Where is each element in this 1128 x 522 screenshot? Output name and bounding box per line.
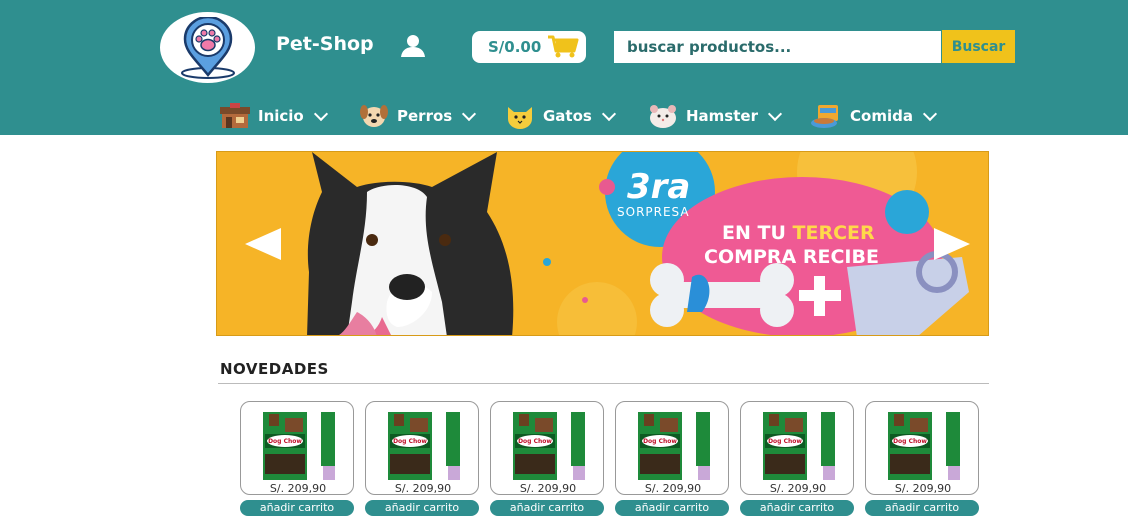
product-card[interactable]: Dog Chow S/. 209,90 — [865, 401, 979, 495]
user-icon[interactable] — [400, 34, 426, 62]
product-card[interactable]: Dog Chow S/. 209,90 — [615, 401, 729, 495]
product-card[interactable]: Dog Chow S/. 209,90 — [740, 401, 854, 495]
nav-label: Inicio — [258, 107, 304, 125]
hamster-icon — [650, 105, 676, 128]
nav-item-inicio[interactable]: Inicio — [220, 103, 328, 129]
promo-badge-number: 3ra — [627, 167, 691, 207]
chevron-down-icon — [601, 106, 616, 122]
main-nav: Inicio Perros Gatos Hamster Comida — [0, 100, 1128, 135]
nav-label: Perros — [397, 107, 453, 125]
section-divider — [218, 383, 989, 384]
product-brand: Dog Chow — [893, 438, 927, 445]
banner-artwork — [217, 152, 988, 335]
brand-name: Pet-Shop — [276, 33, 374, 55]
promo-badge-word: SORPRESA — [617, 205, 690, 219]
chevron-down-icon — [462, 106, 477, 122]
promo-line-1b: TERCER — [792, 222, 875, 244]
search-input[interactable] — [614, 31, 941, 63]
product-brand: Dog Chow — [518, 438, 552, 445]
food-icon — [811, 105, 838, 128]
nav-label: Comida — [850, 107, 913, 125]
product-brand: Dog Chow — [268, 438, 302, 445]
product-price: S/. 209,90 — [644, 482, 702, 495]
add-to-cart-button[interactable]: añadir carrito — [240, 500, 354, 516]
chevron-down-icon — [313, 106, 328, 122]
product-image: Dog Chow — [638, 412, 710, 480]
product-image: Dog Chow — [263, 412, 335, 480]
product-price: S/. 209,90 — [519, 482, 577, 495]
paw-location-icon — [180, 16, 235, 79]
nav-item-hamster[interactable]: Hamster — [648, 103, 783, 129]
carousel-next-icon[interactable] — [934, 228, 970, 260]
product-price: S/. 209,90 — [769, 482, 827, 495]
header: Pet-Shop S/0.00 Buscar Inicio — [0, 0, 1128, 135]
dog-icon — [360, 105, 388, 127]
cart-button[interactable]: S/0.00 — [472, 31, 586, 63]
search-button[interactable]: Buscar — [942, 30, 1015, 63]
product-price: S/. 209,90 — [269, 482, 327, 495]
promo-line-2: COMPRA RECIBE — [704, 246, 879, 268]
nav-item-comida[interactable]: Comida — [810, 103, 938, 129]
nav-item-perros[interactable]: Perros — [359, 103, 477, 129]
promo-banner[interactable]: 3ra SORPRESA EN TU TERCER COMPRA RECIBE — [216, 151, 989, 336]
add-to-cart-button[interactable]: añadir carrito — [740, 500, 854, 516]
add-to-cart-button[interactable]: añadir carrito — [615, 500, 729, 516]
nav-item-gatos[interactable]: Gatos — [505, 103, 616, 129]
product-brand: Dog Chow — [393, 438, 427, 445]
promo-line-1a: EN TU — [722, 222, 793, 244]
chevron-down-icon — [767, 106, 783, 122]
product-price: S/. 209,90 — [394, 482, 452, 495]
nav-label: Hamster — [686, 107, 758, 125]
nav-label: Gatos — [543, 107, 592, 125]
product-image: Dog Chow — [763, 412, 835, 480]
product-card[interactable]: Dog Chow S/. 209,90 — [490, 401, 604, 495]
add-to-cart-button[interactable]: añadir carrito — [865, 500, 979, 516]
carousel-prev-icon[interactable] — [245, 228, 281, 260]
cat-icon — [508, 107, 532, 129]
house-icon — [220, 103, 250, 128]
product-brand: Dog Chow — [768, 438, 802, 445]
add-to-cart-button[interactable]: añadir carrito — [490, 500, 604, 516]
section-title: NOVEDADES — [220, 360, 329, 378]
logo[interactable] — [160, 12, 255, 83]
product-image: Dog Chow — [388, 412, 460, 480]
cart-total: S/0.00 — [488, 38, 542, 56]
promo-line-1: EN TU TERCER — [722, 222, 875, 244]
product-card[interactable]: Dog Chow S/. 209,90 — [240, 401, 354, 495]
product-image: Dog Chow — [513, 412, 585, 480]
product-brand: Dog Chow — [643, 438, 677, 445]
cart-icon — [548, 35, 579, 58]
product-card[interactable]: Dog Chow S/. 209,90 — [365, 401, 479, 495]
add-to-cart-button[interactable]: añadir carrito — [365, 500, 479, 516]
chevron-down-icon — [922, 106, 938, 122]
product-price: S/. 209,90 — [894, 482, 952, 495]
product-image: Dog Chow — [888, 412, 960, 480]
